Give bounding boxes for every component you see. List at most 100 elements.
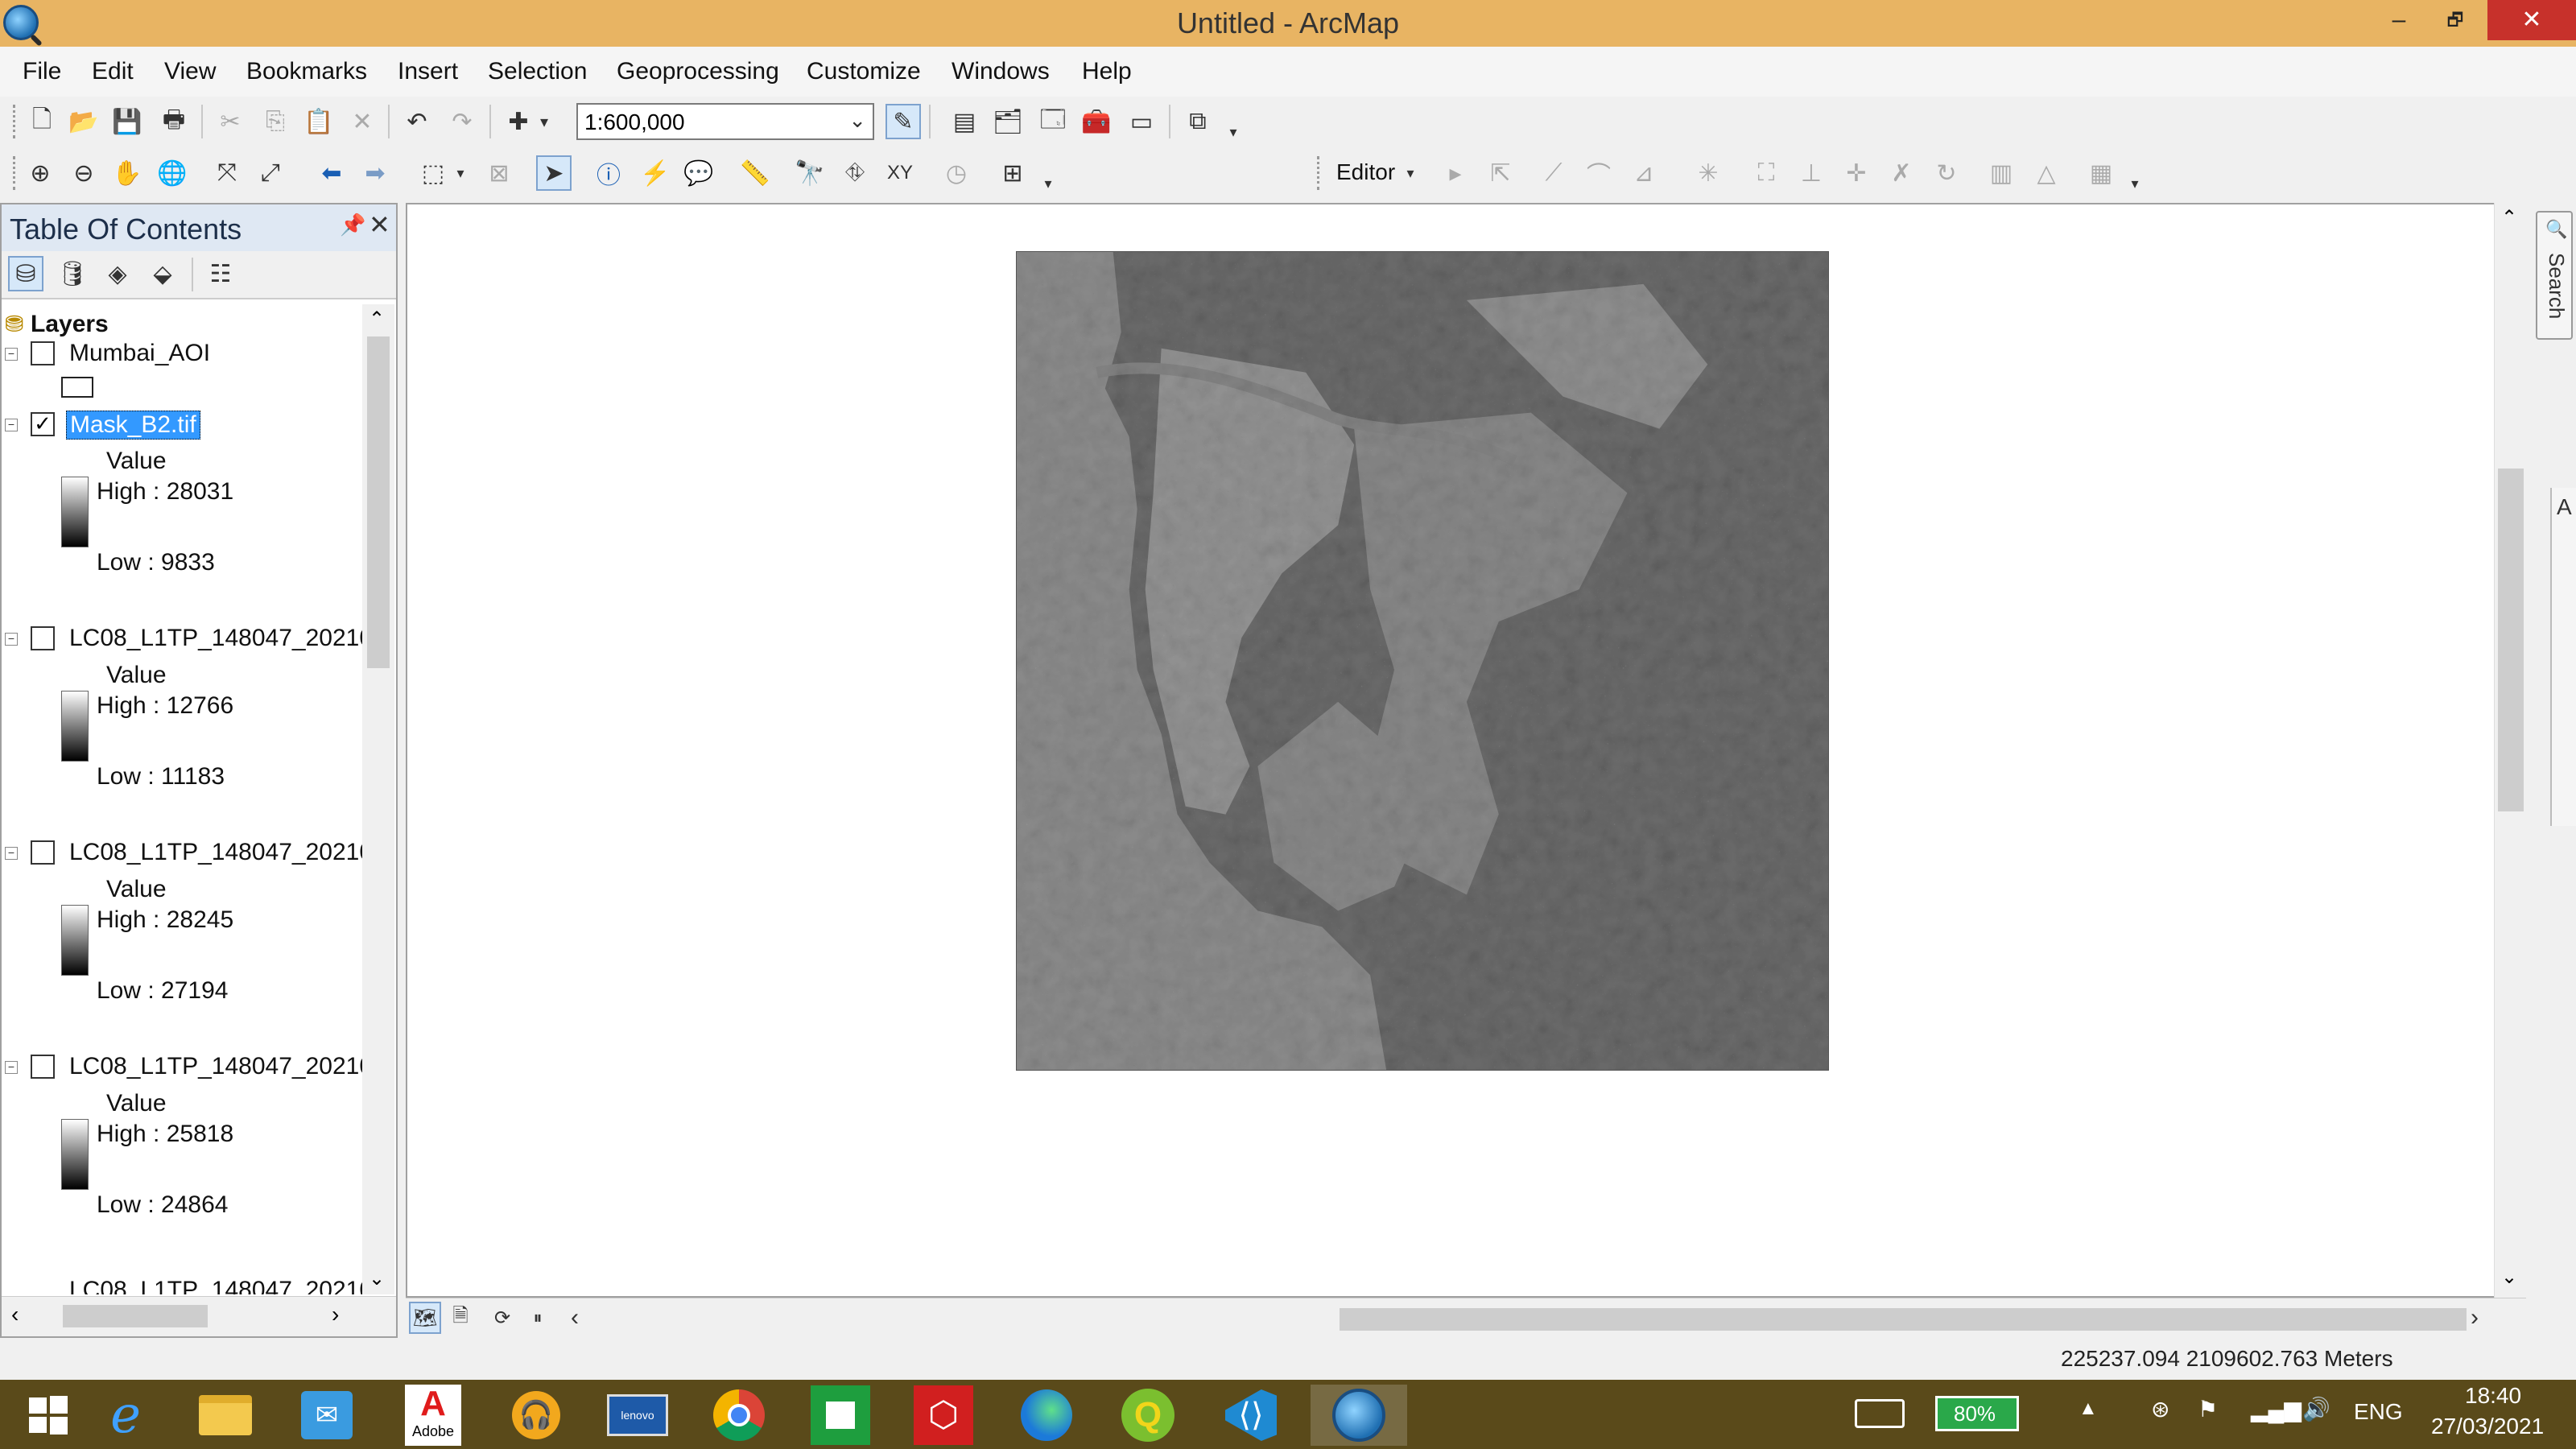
clock-date[interactable]: 27/03/2021: [2431, 1414, 2544, 1439]
layer-name[interactable]: Mumbai_AOI: [69, 340, 210, 367]
edit-annotation-icon[interactable]: ⇱: [1483, 155, 1518, 191]
toolbar-options-icon[interactable]: ▾: [1224, 114, 1243, 150]
qgis-icon[interactable]: Q: [1100, 1385, 1196, 1446]
find-icon[interactable]: 🔭: [792, 155, 828, 191]
edge-icon[interactable]: [998, 1385, 1095, 1446]
collapse-icon[interactable]: −: [5, 348, 18, 361]
clock-time[interactable]: 18:40: [2465, 1383, 2521, 1409]
search-window-icon[interactable]: 🗔: [1035, 104, 1071, 139]
menu-bookmarks[interactable]: Bookmarks: [246, 58, 367, 85]
layers-root-label[interactable]: Layers: [31, 311, 109, 338]
layer-name-selected[interactable]: Mask_B2.tif: [66, 411, 200, 440]
action-center-flag-icon[interactable]: ⚑: [2198, 1396, 2218, 1422]
rotate-icon[interactable]: ↻: [1929, 155, 1964, 191]
music-app-icon[interactable]: 🎧: [488, 1385, 584, 1446]
end-point-arc-icon[interactable]: ⌒: [1581, 155, 1616, 191]
forward-icon[interactable]: ➡: [357, 155, 393, 191]
vscode-icon[interactable]: ⟨⟩: [1203, 1385, 1299, 1446]
split-icon[interactable]: ✗: [1884, 155, 1919, 191]
undo-icon[interactable]: ↶: [399, 104, 435, 139]
arctoolbox-icon[interactable]: 🧰: [1079, 104, 1114, 139]
stretched-color-ramp[interactable]: [61, 905, 89, 976]
menu-edit[interactable]: Edit: [92, 58, 134, 85]
table-of-contents-icon[interactable]: ▤: [947, 104, 982, 139]
fixed-zoom-out-icon[interactable]: ⤢: [253, 155, 288, 191]
sketch-properties-icon[interactable]: △: [2029, 155, 2064, 191]
collapse-icon[interactable]: −: [5, 847, 18, 860]
attributes-icon[interactable]: ▥: [1984, 155, 2019, 191]
collapse-icon[interactable]: −: [5, 1061, 18, 1074]
select-dropdown-icon[interactable]: ▾: [451, 155, 470, 191]
print-icon[interactable]: 🖶: [156, 104, 192, 139]
pin-icon[interactable]: 📌: [340, 213, 365, 237]
search-window-tab[interactable]: 🔍 Search: [2536, 211, 2573, 340]
layer-visibility-checkbox[interactable]: [31, 341, 55, 365]
scroll-thumb[interactable]: [2498, 469, 2524, 811]
create-viewer-window-icon[interactable]: ⊞: [995, 155, 1030, 191]
new-document-icon[interactable]: 🗋: [24, 104, 60, 139]
scroll-left-icon[interactable]: ‹: [11, 1302, 19, 1327]
copy-icon[interactable]: ⎘: [258, 104, 293, 139]
zoom-out-icon[interactable]: ⊖: [66, 155, 101, 191]
chevron-down-icon[interactable]: ⌄: [848, 108, 866, 133]
clear-selection-icon[interactable]: ⊠: [481, 155, 517, 191]
scroll-thumb[interactable]: [63, 1305, 208, 1327]
python-window-icon[interactable]: ▭: [1124, 104, 1159, 139]
redo-icon[interactable]: ↷: [444, 104, 480, 139]
full-extent-icon[interactable]: 🌐: [155, 155, 190, 191]
toc-horizontal-scrollbar[interactable]: ‹ ›: [2, 1296, 396, 1336]
3d-app-icon[interactable]: ⬡: [895, 1385, 992, 1446]
refresh-icon[interactable]: ⟳: [486, 1302, 518, 1334]
adobe-icon[interactable]: A Adobe: [385, 1385, 481, 1446]
save-icon[interactable]: 💾: [109, 104, 145, 139]
layer-visibility-checkbox[interactable]: [31, 1055, 55, 1079]
select-elements-icon[interactable]: ➤: [536, 155, 572, 191]
hyperlink-icon[interactable]: ⚡: [638, 155, 673, 191]
time-slider-icon[interactable]: ◷: [939, 155, 974, 191]
stretched-color-ramp[interactable]: [61, 1119, 89, 1190]
close-icon[interactable]: ✕: [369, 209, 390, 240]
internet-explorer-icon[interactable]: e: [77, 1385, 174, 1446]
fixed-zoom-in-icon[interactable]: ⤧: [209, 155, 245, 191]
toolbar-grip[interactable]: [13, 105, 18, 138]
cut-icon[interactable]: ✂: [213, 104, 248, 139]
menu-customize[interactable]: Customize: [807, 58, 921, 85]
editor-toolbar-icon[interactable]: ✎: [886, 104, 921, 139]
back-icon[interactable]: ⬅: [314, 155, 349, 191]
language-indicator[interactable]: ENG: [2354, 1399, 2403, 1425]
layer-visibility-checkbox[interactable]: [31, 626, 55, 650]
go-to-xy-icon[interactable]: XY: [882, 155, 918, 191]
scroll-up-icon[interactable]: ⌃: [2501, 206, 2517, 229]
cut-polygons-icon[interactable]: ✛: [1839, 155, 1874, 191]
point-icon[interactable]: ✳: [1690, 155, 1726, 191]
toolbar-options-icon[interactable]: ▾: [1038, 166, 1058, 201]
stretched-color-ramp[interactable]: [61, 691, 89, 762]
list-by-visibility-icon[interactable]: ◈: [100, 256, 135, 291]
layer-name-partial[interactable]: LC08_L1TP_148047_2021031: [69, 1277, 362, 1294]
scroll-down-icon[interactable]: ⌄: [369, 1267, 385, 1290]
minimize-button[interactable]: –: [2367, 0, 2431, 40]
toolbar-grip[interactable]: [1317, 156, 1322, 190]
lenovo-app-icon[interactable]: lenovo: [589, 1385, 686, 1446]
paste-icon[interactable]: 📋: [301, 104, 336, 139]
menu-selection[interactable]: Selection: [488, 58, 587, 85]
maximize-button[interactable]: 🗗: [2423, 0, 2487, 40]
show-hidden-icons-icon[interactable]: ▲: [2079, 1397, 2098, 1420]
polygon-symbol[interactable]: [61, 377, 93, 398]
scroll-thumb[interactable]: [367, 336, 390, 668]
file-explorer-icon[interactable]: [177, 1385, 274, 1446]
identify-icon[interactable]: ⓘ: [591, 155, 626, 191]
modelbuilder-icon[interactable]: ⧉: [1180, 104, 1216, 139]
chrome-icon[interactable]: [691, 1385, 787, 1446]
layer-name[interactable]: LC08_L1TP_148047_2021031: [69, 1053, 362, 1080]
pause-drawing-icon[interactable]: ⏸: [522, 1302, 554, 1334]
delete-icon[interactable]: ✕: [345, 104, 380, 139]
toolbar-options-icon[interactable]: ▾: [2125, 166, 2145, 201]
keyboard-icon[interactable]: [1855, 1399, 1905, 1428]
stretched-color-ramp[interactable]: [61, 477, 89, 547]
microsoft-store-icon[interactable]: [792, 1385, 889, 1446]
defender-icon[interactable]: ⊛: [2151, 1396, 2169, 1422]
map-display[interactable]: [406, 203, 2496, 1298]
menu-help[interactable]: Help: [1082, 58, 1132, 85]
list-by-source-icon[interactable]: 🛢: [55, 256, 90, 291]
